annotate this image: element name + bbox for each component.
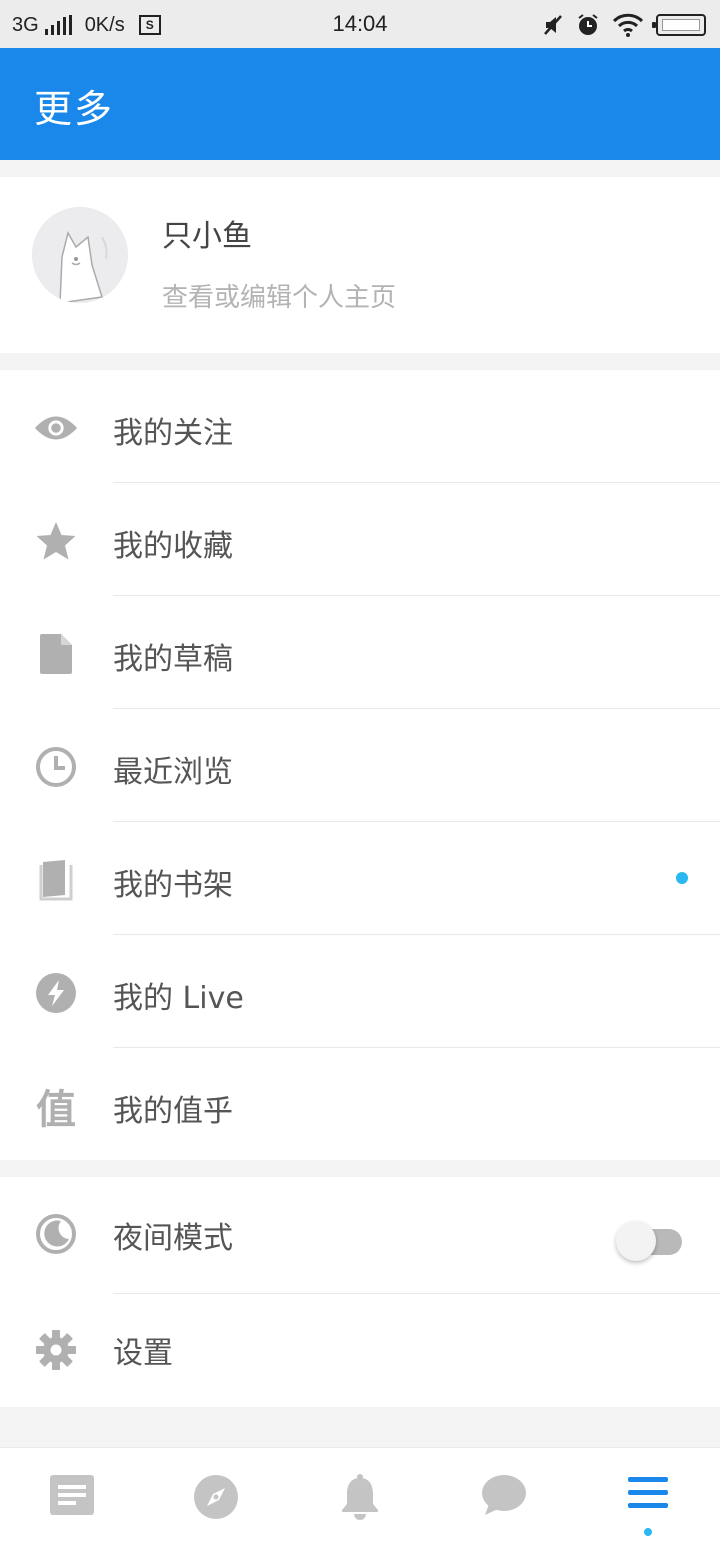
nav-feed[interactable] xyxy=(0,1448,144,1543)
status-bar: 3G 0K/s S 14:04 xyxy=(0,0,720,48)
menu-item-label: 我的草稿 xyxy=(113,642,233,677)
settings-group: 夜间模式 设置 xyxy=(0,1177,720,1407)
lightning-icon xyxy=(34,971,78,1015)
app-bar: 更多 xyxy=(0,48,720,160)
menu-item-favorites[interactable]: 我的收藏 xyxy=(0,483,720,596)
moon-icon xyxy=(34,1212,78,1256)
menu-item-label: 我的值乎 xyxy=(113,1094,233,1129)
menu-item-label: 我的关注 xyxy=(113,416,233,451)
night-mode-toggle[interactable] xyxy=(616,1221,682,1261)
menu-item-recent[interactable]: 最近浏览 xyxy=(0,709,720,822)
menu-item-label: 最近浏览 xyxy=(113,755,233,790)
active-indicator-dot xyxy=(644,1528,652,1536)
menu-item-label: 我的收藏 xyxy=(113,529,233,564)
mute-icon xyxy=(544,15,562,35)
document-icon xyxy=(34,632,78,676)
nav-notifications[interactable] xyxy=(288,1448,432,1543)
wifi-icon xyxy=(612,13,644,37)
compass-icon xyxy=(194,1475,238,1519)
menu-item-bookshelf[interactable]: 我的书架 xyxy=(0,822,720,935)
menu-group: 我的关注 我的收藏 我的草稿 最近浏览 我的书架 我的 Live 值 我的值乎 xyxy=(0,370,720,1160)
battery-icon xyxy=(652,14,706,36)
page-title: 更多 xyxy=(34,87,115,131)
star-icon xyxy=(34,519,78,563)
profile-subtitle[interactable]: 查看或编辑个人主页 xyxy=(162,277,396,314)
night-mode-label: 夜间模式 xyxy=(113,1221,233,1256)
profile-card[interactable]: 只小鱼 查看或编辑个人主页 xyxy=(0,177,720,353)
gear-icon xyxy=(34,1328,78,1372)
zhi-glyph: 值 xyxy=(36,1087,76,1133)
menu-icon xyxy=(628,1477,668,1508)
settings-label: 设置 xyxy=(113,1336,173,1371)
menu-item-label: 我的 Live xyxy=(113,981,244,1016)
alarm-icon xyxy=(578,14,598,35)
bell-icon xyxy=(342,1474,378,1520)
profile-name: 只小鱼 xyxy=(162,219,252,254)
feed-icon xyxy=(50,1475,94,1515)
menu-item-label: 我的书架 xyxy=(113,868,233,903)
nav-messages[interactable] xyxy=(432,1448,576,1543)
menu-item-zhihu-value[interactable]: 值 我的值乎 xyxy=(0,1048,720,1161)
zhi-icon: 值 xyxy=(34,1084,78,1133)
nav-more[interactable] xyxy=(576,1448,720,1543)
menu-item-drafts[interactable]: 我的草稿 xyxy=(0,596,720,709)
toggle-knob xyxy=(616,1221,656,1261)
book-icon xyxy=(34,858,78,902)
menu-item-settings[interactable]: 设置 xyxy=(0,1294,720,1407)
chat-bubble-icon xyxy=(482,1475,526,1515)
bottom-nav xyxy=(0,1447,720,1543)
menu-item-night-mode[interactable]: 夜间模式 xyxy=(0,1177,720,1294)
avatar[interactable] xyxy=(32,207,128,303)
eye-icon xyxy=(34,406,78,450)
cat-avatar-icon xyxy=(32,207,128,303)
nav-explore[interactable] xyxy=(144,1448,288,1543)
clock-icon xyxy=(34,745,78,789)
new-indicator-dot xyxy=(676,872,688,884)
menu-item-following[interactable]: 我的关注 xyxy=(0,370,720,483)
menu-item-live[interactable]: 我的 Live xyxy=(0,935,720,1048)
